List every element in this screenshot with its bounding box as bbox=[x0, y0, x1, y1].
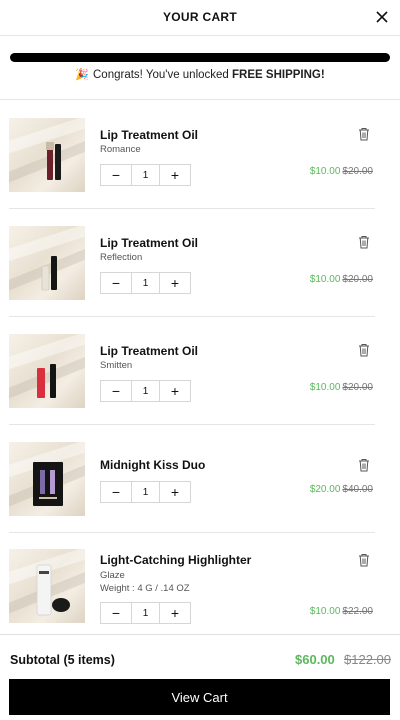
quantity-value[interactable]: 1 bbox=[131, 381, 160, 401]
sale-price: $10.00 bbox=[309, 382, 341, 393]
quantity-stepper: − 1 + bbox=[100, 602, 191, 624]
original-price: $22.00 bbox=[342, 606, 373, 617]
product-image[interactable] bbox=[9, 334, 85, 408]
trash-icon[interactable] bbox=[358, 553, 370, 567]
quantity-stepper: − 1 + bbox=[100, 164, 191, 186]
party-popper-icon: 🎉 bbox=[75, 69, 89, 81]
product-variant: Romance bbox=[100, 144, 141, 155]
trash-icon[interactable] bbox=[358, 235, 370, 249]
decrease-quantity-button[interactable]: − bbox=[101, 273, 131, 293]
quantity-stepper: − 1 + bbox=[100, 380, 191, 402]
product-name[interactable]: Lip Treatment Oil bbox=[100, 128, 198, 142]
product-image[interactable] bbox=[9, 226, 85, 300]
decrease-quantity-button[interactable]: − bbox=[101, 482, 131, 502]
quantity-stepper: − 1 + bbox=[100, 272, 191, 294]
free-shipping-label: FREE SHIPPING! bbox=[232, 69, 325, 81]
original-price: $20.00 bbox=[342, 274, 373, 285]
increase-quantity-button[interactable]: + bbox=[160, 482, 190, 502]
item-price: $10.00 $20.00 bbox=[310, 166, 373, 177]
product-image[interactable] bbox=[9, 442, 85, 516]
item-price: $20.00 $40.00 bbox=[310, 484, 373, 495]
footer-divider bbox=[0, 634, 400, 635]
original-price: $40.00 bbox=[342, 484, 373, 495]
decrease-quantity-button[interactable]: − bbox=[101, 165, 131, 185]
product-name[interactable]: Lip Treatment Oil bbox=[100, 236, 198, 250]
trash-icon[interactable] bbox=[358, 343, 370, 357]
product-image[interactable] bbox=[9, 549, 85, 623]
product-name[interactable]: Light-Catching Highlighter bbox=[100, 553, 251, 567]
increase-quantity-button[interactable]: + bbox=[160, 603, 190, 623]
quantity-value[interactable]: 1 bbox=[131, 482, 160, 502]
increase-quantity-button[interactable]: + bbox=[160, 165, 190, 185]
item-divider bbox=[9, 316, 375, 317]
trash-icon[interactable] bbox=[358, 458, 370, 472]
item-price: $10.00 $22.00 bbox=[310, 606, 373, 617]
product-image[interactable] bbox=[9, 118, 85, 192]
free-shipping-progress-bar bbox=[10, 53, 390, 62]
item-divider bbox=[9, 532, 375, 533]
sale-price: $10.00 bbox=[309, 274, 341, 285]
quantity-value[interactable]: 1 bbox=[131, 603, 160, 623]
decrease-quantity-button[interactable]: − bbox=[101, 381, 131, 401]
item-price: $10.00 $20.00 bbox=[310, 382, 373, 393]
product-name[interactable]: Midnight Kiss Duo bbox=[100, 458, 205, 472]
cart-header: YOUR CART bbox=[0, 0, 400, 36]
sale-price: $10.00 bbox=[309, 166, 341, 177]
cart-title: YOUR CART bbox=[162, 10, 238, 24]
original-price: $20.00 bbox=[342, 382, 373, 393]
increase-quantity-button[interactable]: + bbox=[160, 381, 190, 401]
close-icon[interactable] bbox=[372, 7, 392, 27]
item-divider bbox=[9, 208, 375, 209]
subtotal-label: Subtotal (5 items) bbox=[10, 653, 115, 667]
sale-price: $20.00 bbox=[309, 484, 341, 495]
item-price: $10.00 $20.00 bbox=[310, 274, 373, 285]
increase-quantity-button[interactable]: + bbox=[160, 273, 190, 293]
subtotal-original-price: $122.00 bbox=[344, 652, 391, 667]
product-weight: Weight : 4 G / .14 OZ bbox=[100, 583, 190, 594]
shipping-message-text: Congrats! You've unlocked bbox=[93, 69, 233, 81]
product-variant: Reflection bbox=[100, 252, 143, 263]
product-name[interactable]: Lip Treatment Oil bbox=[100, 344, 198, 358]
quantity-value[interactable]: 1 bbox=[131, 165, 160, 185]
quantity-value[interactable]: 1 bbox=[131, 273, 160, 293]
divider bbox=[0, 99, 400, 100]
trash-icon[interactable] bbox=[358, 127, 370, 141]
subtotal-sale-price: $60.00 bbox=[295, 652, 335, 667]
sale-price: $10.00 bbox=[309, 606, 341, 617]
free-shipping-message: 🎉 Congrats! You've unlocked FREE SHIPPING… bbox=[0, 68, 400, 81]
product-variant: Smitten bbox=[100, 360, 133, 371]
quantity-stepper: − 1 + bbox=[100, 481, 191, 503]
decrease-quantity-button[interactable]: − bbox=[101, 603, 131, 623]
view-cart-button[interactable]: View Cart bbox=[9, 679, 390, 715]
item-divider bbox=[9, 424, 375, 425]
product-variant: Glaze bbox=[100, 570, 125, 581]
original-price: $20.00 bbox=[342, 166, 373, 177]
